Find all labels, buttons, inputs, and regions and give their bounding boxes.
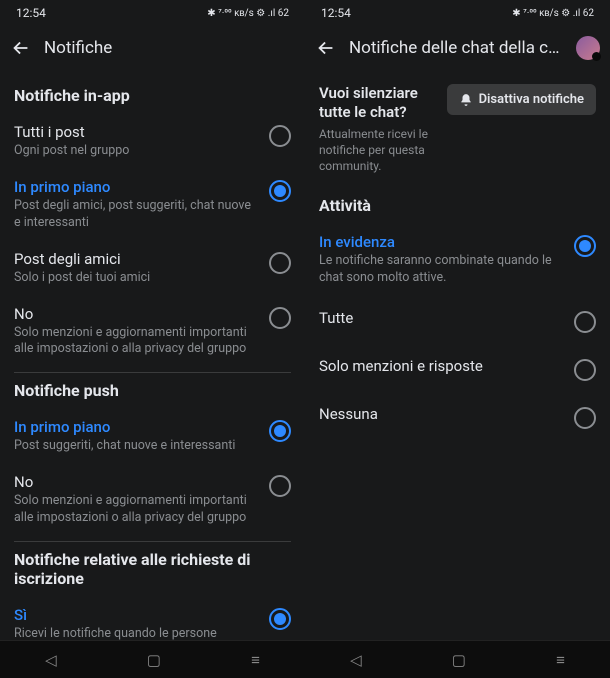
radio-icon	[269, 180, 291, 202]
option-sub: Post suggeriti, chat nuove e interessant…	[14, 438, 259, 455]
silence-heading: Vuoi silenziare tutte le chat?	[319, 84, 435, 122]
option-no-inapp[interactable]: No Solo menzioni e aggiornamenti importa…	[14, 297, 291, 369]
nav-recent-icon[interactable]: ≡	[251, 651, 260, 669]
radio-icon	[574, 235, 596, 257]
option-in-primo-piano[interactable]: In primo piano Post degli amici, post su…	[14, 170, 291, 242]
option-sub: Solo menzioni e aggiornamenti importanti…	[14, 325, 259, 359]
radio-icon	[269, 420, 291, 442]
radio-icon	[574, 359, 596, 381]
option-label: In evidenza	[319, 233, 564, 251]
option-label: In primo piano	[14, 178, 259, 196]
content-right: Vuoi silenziare tutte le chat? Attualmen…	[305, 70, 610, 640]
option-label: Solo menzioni e risposte	[319, 357, 564, 375]
back-icon[interactable]	[10, 37, 32, 59]
section-heading-iscrizione: Notifiche relative alle richieste di isc…	[14, 550, 291, 588]
header-left: Notifiche	[0, 26, 305, 70]
option-label: Tutti i post	[14, 123, 259, 141]
option-label: Tutte	[319, 309, 564, 327]
option-sub: Post degli amici, post suggeriti, chat n…	[14, 198, 259, 232]
radio-icon	[269, 125, 291, 147]
radio-icon	[574, 407, 596, 429]
option-label: No	[14, 305, 259, 323]
nav-bar: ◁ ▢ ≡	[0, 640, 305, 678]
nav-back-icon[interactable]: ◁	[45, 651, 57, 669]
silence-desc: Attualmente ricevi le notifiche per ques…	[319, 126, 435, 175]
bell-icon	[459, 93, 473, 107]
radio-icon	[574, 311, 596, 333]
radio-icon	[269, 475, 291, 497]
option-label: Post degli amici	[14, 250, 259, 268]
option-in-evidenza[interactable]: In evidenza Le notifiche saranno combina…	[319, 225, 596, 297]
option-tutte[interactable]: Tutte	[319, 297, 596, 345]
nav-back-icon[interactable]: ◁	[350, 651, 362, 669]
content-left: Notifiche in-app Tutti i post Ogni post …	[0, 70, 305, 640]
option-sub: Ogni post nel gruppo	[14, 143, 259, 160]
status-time: 12:54	[321, 6, 351, 20]
disable-notifications-button[interactable]: Disattiva notifiche	[447, 84, 596, 115]
option-label: In primo piano	[14, 418, 259, 436]
nav-home-icon[interactable]: ▢	[147, 651, 161, 669]
option-iscrizione-si[interactable]: Sì Ricevi le notifiche quando le persone…	[14, 598, 291, 640]
nav-home-icon[interactable]: ▢	[452, 651, 466, 669]
option-sub: Le notifiche saranno combinate quando le…	[319, 253, 564, 287]
radio-icon	[269, 252, 291, 274]
page-title: Notifiche delle chat della commu...	[349, 38, 564, 58]
radio-icon	[269, 608, 291, 630]
status-time: 12:54	[16, 6, 46, 20]
option-post-degli-amici[interactable]: Post degli amici Solo i post dei tuoi am…	[14, 242, 291, 297]
option-solo-menzioni[interactable]: Solo menzioni e risposte	[319, 345, 596, 393]
page-title: Notifiche	[44, 38, 295, 58]
silence-row: Vuoi silenziare tutte le chat? Attualmen…	[319, 78, 596, 188]
phone-left: 12:54 ✱ ⁷·⁰⁰ ᴋʙ/s ⚙ .ıl 62 Notifiche Not…	[0, 0, 305, 678]
option-label: Nessuna	[319, 405, 564, 423]
nav-recent-icon[interactable]: ≡	[556, 651, 565, 669]
option-push-primo-piano[interactable]: In primo piano Post suggeriti, chat nuov…	[14, 410, 291, 465]
header-right: Notifiche delle chat della commu...	[305, 26, 610, 70]
option-sub: Solo i post dei tuoi amici	[14, 270, 259, 287]
button-label: Disattiva notifiche	[479, 92, 584, 107]
section-heading-push: Notifiche push	[14, 381, 291, 400]
option-push-no[interactable]: No Solo menzioni e aggiornamenti importa…	[14, 465, 291, 537]
option-tutti-i-post[interactable]: Tutti i post Ogni post nel gruppo	[14, 115, 291, 170]
status-icons: ✱ ⁷·⁰⁰ ᴋʙ/s ⚙ .ıl 62	[512, 8, 594, 19]
option-sub: Ricevi le notifiche quando le persone ri…	[14, 626, 259, 640]
phone-right: 12:54 ✱ ⁷·⁰⁰ ᴋʙ/s ⚙ .ıl 62 Notifiche del…	[305, 0, 610, 678]
radio-icon	[269, 307, 291, 329]
option-label: No	[14, 473, 259, 491]
divider	[14, 541, 291, 542]
option-nessuna[interactable]: Nessuna	[319, 393, 596, 441]
section-heading-inapp: Notifiche in-app	[14, 86, 291, 105]
option-sub: Solo menzioni e aggiornamenti importanti…	[14, 493, 259, 527]
status-bar: 12:54 ✱ ⁷·⁰⁰ ᴋʙ/s ⚙ .ıl 62	[305, 0, 610, 26]
nav-bar: ◁ ▢ ≡	[305, 640, 610, 678]
option-label: Sì	[14, 606, 259, 624]
section-heading-attivita: Attività	[319, 196, 596, 215]
status-icons: ✱ ⁷·⁰⁰ ᴋʙ/s ⚙ .ıl 62	[207, 8, 289, 19]
status-bar: 12:54 ✱ ⁷·⁰⁰ ᴋʙ/s ⚙ .ıl 62	[0, 0, 305, 26]
divider	[14, 372, 291, 373]
back-icon[interactable]	[315, 37, 337, 59]
avatar[interactable]	[576, 36, 600, 60]
